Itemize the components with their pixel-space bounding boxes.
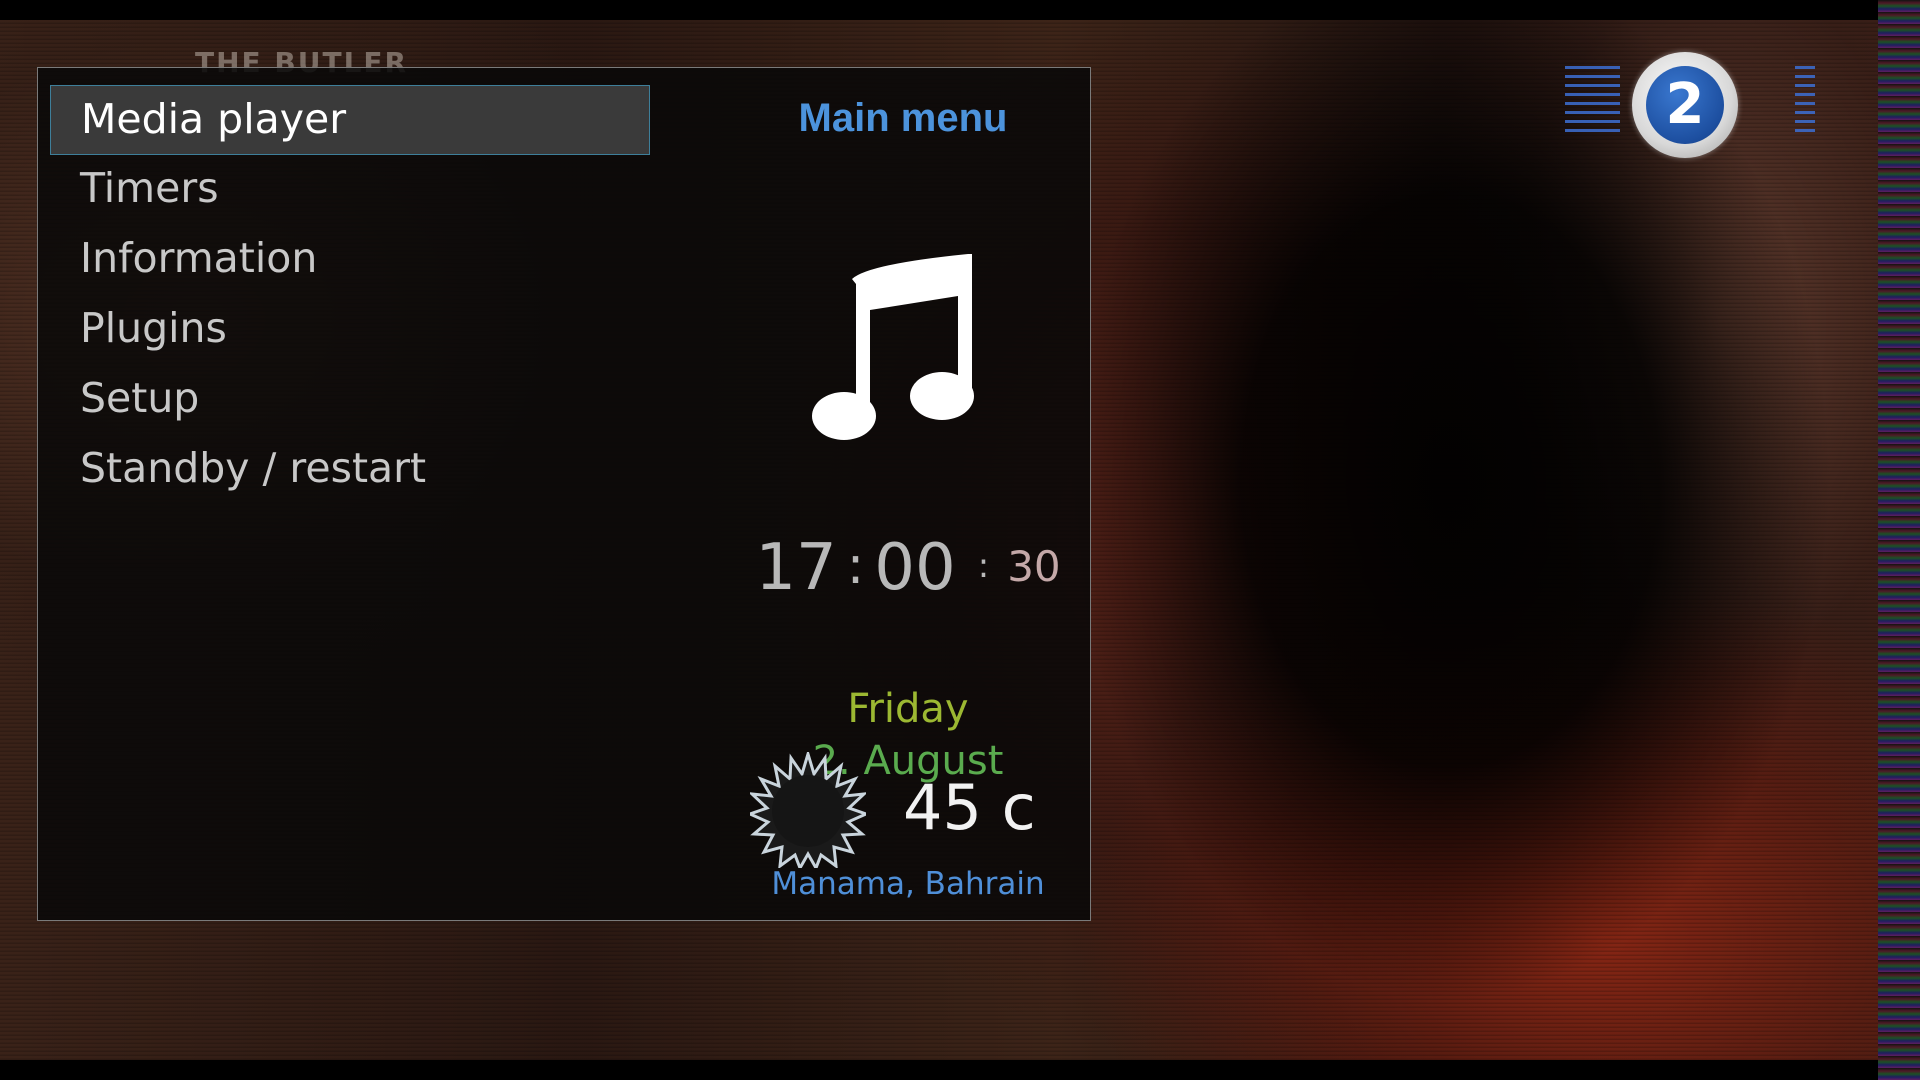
menu-list: Media player Timers Information Plugins … bbox=[50, 85, 650, 505]
menu-item-information[interactable]: Information bbox=[50, 225, 650, 295]
weekday: Friday bbox=[847, 686, 969, 732]
channel-number: 2 bbox=[1646, 66, 1724, 144]
menu-item-plugins[interactable]: Plugins bbox=[50, 295, 650, 365]
info-area: Main menu 17:00:30 Friday 2. August 45 c… bbox=[688, 68, 1092, 922]
clock-separator-seconds: : bbox=[977, 546, 990, 586]
clock-seconds: 30 bbox=[1007, 542, 1061, 591]
weather-location: Manama, Bahrain bbox=[771, 866, 1045, 902]
channel-logo: 2 bbox=[1632, 52, 1738, 158]
channel-logo-stripes-left bbox=[1565, 62, 1620, 132]
temperature: 45 c bbox=[903, 771, 1036, 844]
letterbox-top bbox=[0, 0, 1920, 20]
menu-item-standby-restart[interactable]: Standby / restart bbox=[50, 435, 650, 505]
signal-noise-strip bbox=[1878, 0, 1920, 1080]
menu-title: Main menu bbox=[798, 96, 1008, 140]
letterbox-bottom bbox=[0, 1060, 1920, 1080]
sun-icon bbox=[750, 752, 866, 868]
menu-item-timers[interactable]: Timers bbox=[50, 155, 650, 225]
music-note-icon bbox=[812, 254, 974, 440]
menu-item-media-player[interactable]: Media player bbox=[50, 85, 650, 155]
main-menu-panel: Media player Timers Information Plugins … bbox=[37, 67, 1091, 921]
channel-logo-stripes-right bbox=[1795, 62, 1815, 132]
tv-screen: THE BUTLER 2 Media player Timers Informa… bbox=[0, 0, 1920, 1080]
menu-item-setup[interactable]: Setup bbox=[50, 365, 650, 435]
clock-minutes: 00 bbox=[874, 531, 956, 605]
clock-separator: : bbox=[846, 536, 865, 596]
clock: 17:00:30 bbox=[688, 531, 1128, 605]
clock-hours: 17 bbox=[755, 531, 837, 605]
